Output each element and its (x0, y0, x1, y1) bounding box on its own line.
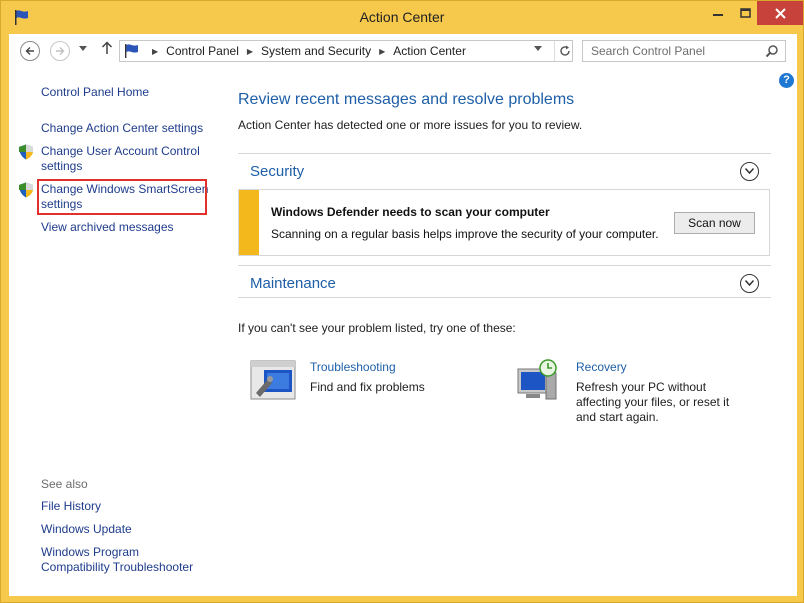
maximize-icon (739, 8, 751, 18)
control-panel-flag-icon (125, 44, 138, 58)
search-icon[interactable] (765, 44, 779, 58)
search-input[interactable]: Search Control Panel (582, 40, 786, 62)
sidebar-item-action-center-settings[interactable]: Change Action Center settings (41, 121, 211, 136)
refresh-icon (559, 45, 570, 56)
up-button[interactable] (101, 41, 113, 59)
divider (238, 297, 771, 298)
chevron-down-icon[interactable] (740, 162, 759, 181)
security-section-title: Security (250, 163, 305, 180)
main-panel: Review recent messages and resolve probl… (238, 68, 771, 596)
recovery-tool: Recovery Refresh your PC without affecti… (516, 359, 766, 439)
forward-arrow-icon (56, 47, 65, 55)
defender-alert: Windows Defender needs to scan your comp… (238, 189, 770, 256)
title-bar: Action Center (1, 1, 803, 33)
navigation-bar: ▶ Control Panel ▶ System and Security ▶ … (9, 34, 797, 68)
close-icon (774, 7, 786, 19)
see-also-compatibility-troubleshooter[interactable]: Windows Program Compatibility Troublesho… (41, 545, 211, 575)
refresh-button[interactable] (554, 41, 574, 61)
recovery-description: Refresh your PC without affecting your f… (576, 380, 730, 424)
scan-now-button[interactable]: Scan now (674, 212, 755, 234)
security-section-header[interactable]: Security (238, 153, 771, 185)
minimize-button[interactable] (704, 1, 732, 25)
close-button[interactable] (757, 1, 803, 25)
troubleshoot-hint: If you can't see your problem listed, tr… (238, 321, 516, 335)
see-also-file-history[interactable]: File History (41, 499, 211, 514)
minimize-icon (713, 14, 723, 16)
sidebar: Control Panel Home Change Action Center … (9, 68, 227, 596)
address-history-dropdown[interactable] (534, 44, 542, 54)
sidebar-item-archived-messages[interactable]: View archived messages (41, 220, 211, 235)
breadcrumb-control-panel[interactable]: Control Panel (166, 44, 239, 58)
alert-severity-bar (239, 190, 259, 255)
action-center-window: Action Center ▶ Control Panel ▶ System a… (0, 0, 804, 603)
recent-locations-dropdown[interactable] (79, 44, 87, 54)
troubleshooting-icon (250, 360, 296, 400)
up-arrow-icon (101, 41, 113, 54)
alert-description: Scanning on a regular basis helps improv… (271, 227, 659, 241)
address-bar[interactable]: ▶ Control Panel ▶ System and Security ▶ … (119, 40, 573, 62)
sidebar-item-user-account-control-settings[interactable]: Change User Account Control settings (41, 144, 211, 174)
page-subtitle: Action Center has detected one or more i… (238, 118, 583, 132)
back-arrow-icon (25, 47, 34, 55)
help-icon[interactable]: ? (779, 73, 794, 88)
maintenance-section-title: Maintenance (250, 275, 336, 292)
breadcrumb-system-and-security[interactable]: System and Security (261, 44, 371, 58)
alert-title: Windows Defender needs to scan your comp… (271, 205, 550, 219)
uac-shield-icon (19, 144, 33, 160)
back-button[interactable] (20, 41, 40, 61)
troubleshooting-link[interactable]: Troubleshooting (310, 360, 396, 374)
recovery-icon (517, 359, 557, 400)
page-title: Review recent messages and resolve probl… (238, 91, 575, 108)
uac-shield-icon (19, 182, 33, 198)
chevron-down-icon (534, 46, 542, 51)
sidebar-item-control-panel-home[interactable]: Control Panel Home (41, 85, 211, 100)
content-area: ? Control Panel Home Change Action Cente… (9, 68, 797, 596)
forward-button[interactable] (50, 41, 70, 61)
recovery-link[interactable]: Recovery (576, 360, 627, 374)
breadcrumb-separator-icon: ▶ (152, 46, 159, 56)
chevron-down-icon (79, 46, 87, 51)
chevron-down-icon[interactable] (740, 274, 759, 293)
troubleshooting-description: Find and fix problems (310, 380, 425, 394)
breadcrumb: ▶ Control Panel ▶ System and Security ▶ … (144, 44, 466, 58)
smartscreen-highlight-box (37, 179, 207, 215)
see-also-windows-update[interactable]: Windows Update (41, 522, 211, 537)
window-title: Action Center (359, 9, 445, 25)
search-placeholder: Search Control Panel (591, 44, 706, 58)
maximize-button[interactable] (731, 1, 759, 25)
see-also-label: See also (41, 477, 88, 491)
breadcrumb-separator-icon[interactable]: ▶ (379, 47, 385, 56)
breadcrumb-separator-icon[interactable]: ▶ (247, 47, 253, 56)
troubleshooting-tool: Troubleshooting Find and fix problems (250, 359, 470, 419)
maintenance-section-header[interactable]: Maintenance (238, 265, 771, 297)
breadcrumb-action-center[interactable]: Action Center (393, 44, 466, 58)
